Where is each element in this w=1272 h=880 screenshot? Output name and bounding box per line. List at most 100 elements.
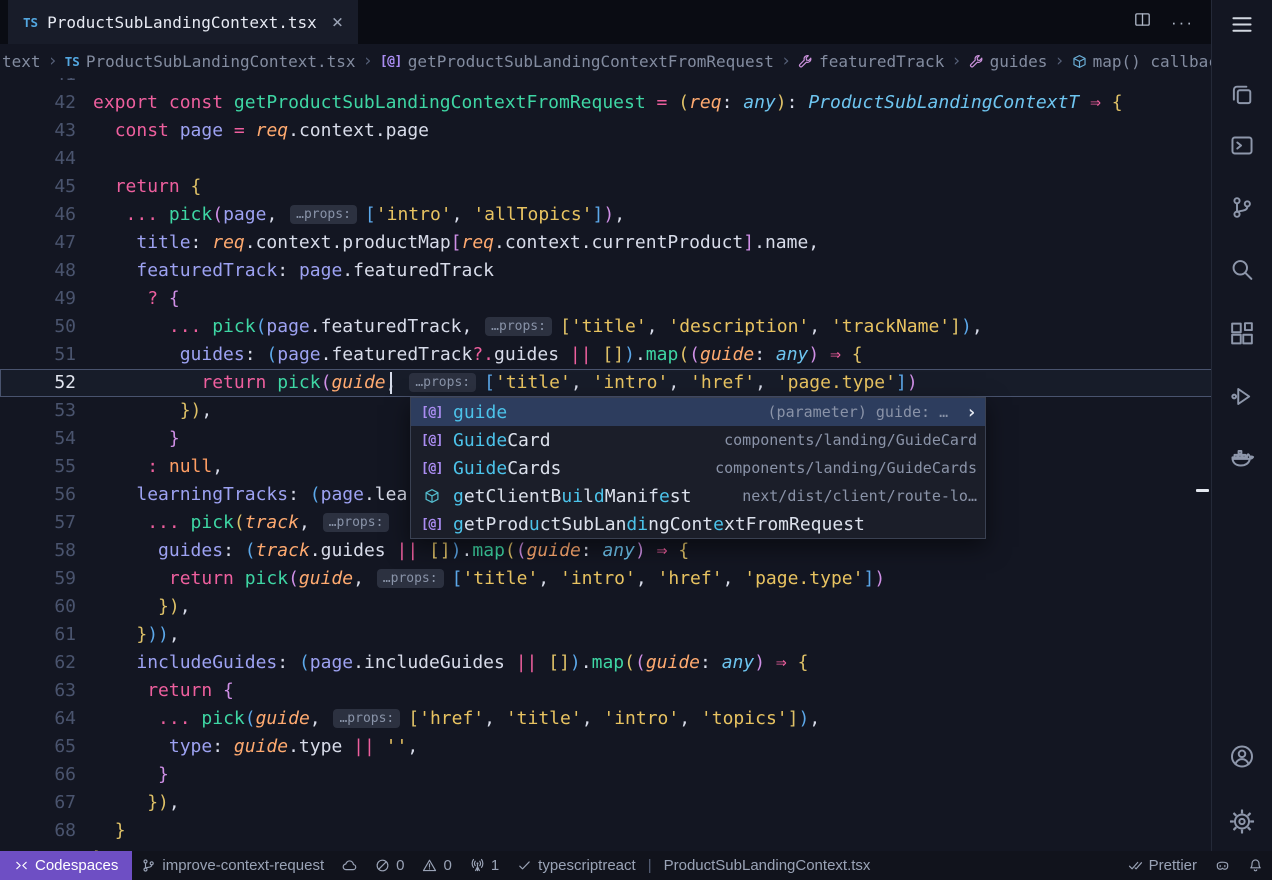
completion-item[interactable]: [@]GuideCardscomponents/landing/GuideCar… — [411, 454, 985, 482]
chevron-right-icon: › — [48, 51, 58, 71]
search-icon[interactable] — [1230, 257, 1255, 282]
code-editor[interactable]: 4142export const getProductSubLandingCon… — [0, 78, 1212, 851]
code-text: guides: (page.featuredTrack?.guides || [… — [76, 341, 863, 369]
branch-icon — [141, 858, 156, 873]
breadcrumb-item[interactable]: text — [2, 52, 41, 71]
status-codespaces[interactable]: Codespaces — [0, 851, 132, 880]
breadcrumb-item[interactable]: featuredTrack — [798, 52, 944, 71]
terminal-icon[interactable] — [1230, 133, 1255, 158]
inlay-hint: …props: — [409, 373, 476, 392]
completion-item[interactable]: getClientBuildManifestnext/dist/client/r… — [411, 482, 985, 510]
settings-gear-icon[interactable] — [1230, 809, 1255, 834]
activity-bar — [1211, 0, 1272, 851]
chevron-right-icon[interactable]: › — [966, 402, 977, 423]
completion-detail: components/landing/GuideCards — [715, 459, 977, 477]
code-line[interactable]: 42export const getProductSubLandingConte… — [0, 89, 1212, 117]
code-line[interactable]: 62 includeGuides: (page.includeGuides ||… — [0, 649, 1212, 677]
ts-icon: TS — [23, 15, 38, 30]
completion-item[interactable]: [@]guide(parameter) guide: …› — [411, 398, 985, 426]
code-line[interactable]: 67 }), — [0, 789, 1212, 817]
copilot-icon — [1215, 858, 1230, 873]
completion-item[interactable]: [@] getProductSubLandingContextFromReques… — [411, 510, 985, 538]
extensions-icon[interactable] — [1230, 321, 1255, 346]
line-number: 42 — [0, 89, 76, 117]
code-text: } — [76, 761, 169, 789]
at-symbol-icon: [@] — [419, 517, 445, 532]
code-line[interactable]: 61 })), — [0, 621, 1212, 649]
code-text: type: guide.type || '', — [76, 733, 418, 761]
docker-icon[interactable] — [1230, 445, 1255, 470]
code-line[interactable]: 51 guides: (page.featuredTrack?.guides |… — [0, 341, 1212, 369]
line-number: 54 — [0, 425, 76, 453]
status-sync[interactable] — [333, 851, 366, 880]
code-line[interactable]: 50 ... pick(page.featuredTrack, …props:[… — [0, 313, 1212, 341]
line-number: 66 — [0, 761, 76, 789]
menu-icon[interactable] — [1230, 12, 1255, 37]
tab-productsublandingcontext[interactable]: TS ProductSubLandingContext.tsx × — [8, 0, 358, 44]
breadcrumb-label: getProductSubLandingContextFromRequest — [408, 52, 774, 71]
status-ports[interactable]: 1 — [461, 851, 508, 880]
chevron-right-icon: › — [1054, 51, 1064, 71]
code-text: guides: (track.guides || []).map((guide:… — [76, 537, 689, 565]
status-bar-right: Prettier — [1119, 851, 1272, 880]
code-line[interactable]: 63 return { — [0, 677, 1212, 705]
status-label: 0 — [443, 857, 451, 874]
code-text: } — [76, 425, 180, 453]
completion-item[interactable]: [@]GuideCardcomponents/landing/GuideCard — [411, 426, 985, 454]
code-line[interactable]: 65 type: guide.type || '', — [0, 733, 1212, 761]
warning-icon — [422, 858, 437, 873]
completion-label: getProductSubLandingContextFromRequest — [453, 514, 865, 535]
source-control-icon[interactable] — [1230, 195, 1255, 220]
code-line[interactable]: 49 ? { — [0, 285, 1212, 313]
status-copilot[interactable] — [1206, 851, 1239, 880]
more-actions-icon[interactable]: ··· — [1171, 14, 1194, 31]
status-active-file[interactable]: ProductSubLandingContext.tsx — [655, 851, 880, 880]
line-number: 55 — [0, 453, 76, 481]
status-formatter[interactable]: Prettier — [1119, 851, 1206, 880]
line-number: 51 — [0, 341, 76, 369]
code-line[interactable]: 43 const page = req.context.page — [0, 117, 1212, 145]
code-line[interactable]: 46 ... pick(page, …props:['intro', 'allT… — [0, 201, 1212, 229]
files-icon[interactable] — [1230, 82, 1255, 107]
debug-icon[interactable] — [1230, 384, 1255, 409]
close-icon[interactable]: × — [332, 13, 343, 32]
code-line[interactable]: 41 — [0, 78, 1212, 89]
editor-actions: ··· — [1134, 0, 1212, 44]
scrollbar-marker[interactable] — [1196, 489, 1209, 492]
code-line[interactable]: 60 }), — [0, 593, 1212, 621]
code-line[interactable]: 64 ... pick(guide, …props:['href', 'titl… — [0, 705, 1212, 733]
line-number: 43 — [0, 117, 76, 145]
breadcrumb-item[interactable]: TSProductSubLandingContext.tsx — [65, 52, 356, 71]
breadcrumb-item[interactable]: [@]getProductSubLandingContextFromReques… — [380, 52, 774, 71]
code-text: return { — [76, 173, 201, 201]
code-line[interactable]: 58 guides: (track.guides || []).map((gui… — [0, 537, 1212, 565]
status-warnings[interactable]: 0 — [413, 851, 460, 880]
editor-group: TS ProductSubLandingContext.tsx × ··· te… — [0, 0, 1212, 851]
status-notifications[interactable] — [1239, 851, 1272, 880]
code-line[interactable]: 45 return { — [0, 173, 1212, 201]
code-text: learningTracks: (page.lea — [76, 481, 407, 509]
chevron-right-icon: › — [363, 51, 373, 71]
status-branch[interactable]: improve-context-request — [132, 851, 333, 880]
status-errors[interactable]: 0 — [366, 851, 413, 880]
code-line[interactable]: 59 return pick(guide, …props:['title', '… — [0, 565, 1212, 593]
breadcrumb-item[interactable]: guides — [969, 52, 1048, 71]
code-text: ? { — [76, 285, 180, 313]
inlay-hint: …props: — [485, 317, 552, 336]
code-line[interactable]: 44 — [0, 145, 1212, 173]
code-line[interactable]: 68 } — [0, 817, 1212, 845]
status-language-status[interactable]: typescriptreact — [508, 851, 645, 880]
split-editor-icon[interactable] — [1134, 11, 1151, 33]
code-line[interactable]: 52 return pick(guide, …props:['title', '… — [0, 369, 1212, 397]
code-line[interactable]: 66 } — [0, 761, 1212, 789]
breadcrumb: text › TSProductSubLandingContext.tsx › [@]g… — [0, 44, 1212, 78]
code-line[interactable]: 47 title: req.context.productMap[req.con… — [0, 229, 1212, 257]
chevron-right-icon: › — [951, 51, 961, 71]
line-number: 56 — [0, 481, 76, 509]
ts-icon: TS — [65, 54, 80, 69]
code-text: : null, — [76, 453, 223, 481]
breadcrumb-item[interactable]: map() callback — [1072, 52, 1212, 71]
code-line[interactable]: 48 featuredTrack: page.featuredTrack — [0, 257, 1212, 285]
status-label: 1 — [491, 857, 499, 874]
account-icon[interactable] — [1230, 744, 1255, 769]
